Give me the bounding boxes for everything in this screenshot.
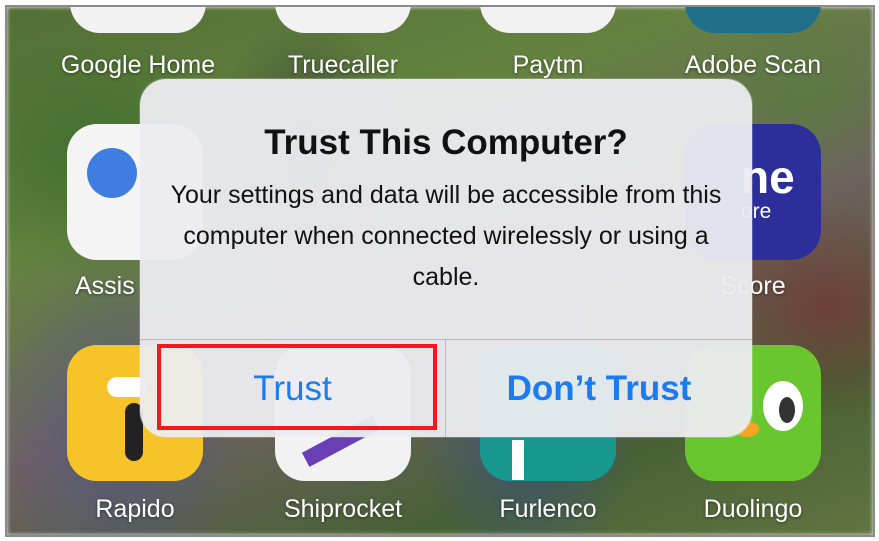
app-label: Rapido: [95, 495, 175, 523]
app-truecaller[interactable]: Truecaller: [275, 7, 411, 79]
trust-button-highlight: [157, 344, 437, 430]
app-label: Furlenco: [499, 495, 597, 523]
screenshot-frame: Google Home Truecaller Paytm Adobe Scan …: [5, 5, 875, 537]
google-home-icon: [70, 7, 206, 33]
paytm-icon: [480, 7, 616, 33]
app-label: Google Home: [60, 51, 216, 79]
app-label: Paytm: [512, 51, 584, 79]
app-label: Duolingo: [703, 495, 803, 523]
dont-trust-button[interactable]: Don’t Trust: [446, 340, 752, 437]
truecaller-icon: [275, 7, 411, 33]
adobe-scan-icon: [685, 7, 821, 33]
app-label: Adobe Scan: [684, 51, 822, 79]
app-label: Shiprocket: [283, 495, 403, 523]
app-paytm[interactable]: Paytm: [480, 7, 616, 79]
dialog-message: Your settings and data will be accessibl…: [170, 181, 722, 291]
dialog-title: Trust This Computer?: [264, 123, 628, 162]
app-label: Truecaller: [287, 51, 399, 79]
app-adobe-scan[interactable]: Adobe Scan: [685, 7, 821, 79]
app-google-home[interactable]: Google Home: [61, 7, 215, 79]
